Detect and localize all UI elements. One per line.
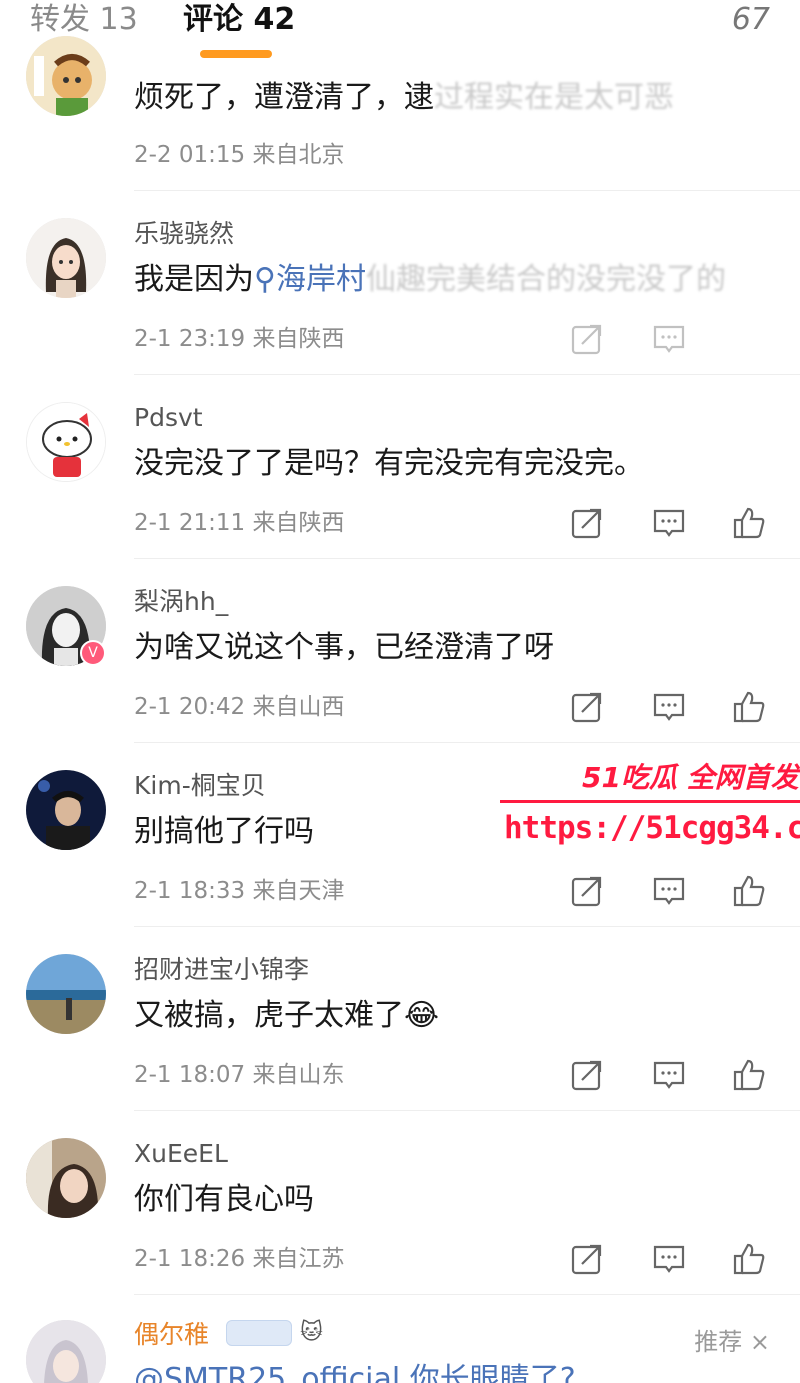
tab-repost[interactable]: 转发 13: [30, 2, 138, 38]
active-tab-indicator: [200, 50, 272, 58]
beach-photo-avatar-icon: [26, 954, 106, 1034]
comment-icon: [653, 325, 685, 353]
like-button[interactable]: [732, 690, 766, 724]
comment-username[interactable]: 梨涡hh_: [134, 587, 228, 617]
like-button[interactable]: [732, 1242, 766, 1276]
comment-meta: 2-1 23:19 来自陕西: [134, 326, 345, 352]
hello-kitty-avatar-icon: [27, 403, 105, 481]
like-icon: [733, 1059, 765, 1091]
comment-text: 又被搞，虎子太难了😂: [134, 998, 440, 1033]
user-badges: 🐱: [226, 1320, 328, 1346]
share-button[interactable]: [570, 506, 604, 540]
comment-icon: [653, 877, 685, 905]
cartoon-avatar-icon: [26, 36, 106, 116]
avatar[interactable]: [26, 1320, 106, 1383]
comment-username[interactable]: Pdsvt: [134, 403, 203, 433]
divider: [134, 742, 800, 743]
like-icon: [733, 875, 765, 907]
reply-button[interactable]: [652, 690, 686, 724]
comment-text: 你们有良心吗: [134, 1182, 314, 1217]
like-icon: [733, 691, 765, 723]
watermark: 51吃瓜 全网首发 https://51cgg34.com: [500, 756, 800, 856]
share-button[interactable]: [570, 690, 604, 724]
share-icon: [571, 692, 602, 723]
reply-button[interactable]: [652, 322, 686, 356]
like-icon: [733, 507, 765, 539]
share-button[interactable]: [570, 1242, 604, 1276]
share-icon: [571, 876, 602, 907]
comment-username[interactable]: 乐骁骁然: [134, 219, 234, 249]
like-button[interactable]: [732, 506, 766, 540]
share-button[interactable]: [570, 1058, 604, 1092]
divider: [134, 558, 800, 559]
comment-icon: [653, 509, 685, 537]
divider: [134, 190, 800, 191]
comment-text: 为啥又说这个事，已经澄清了呀: [134, 630, 554, 665]
comment-icon: [653, 1245, 685, 1273]
divider: [134, 1110, 800, 1111]
avatar[interactable]: [26, 218, 106, 298]
like-button[interactable]: [732, 1058, 766, 1092]
blurred-text: 仙趣完美结合的没完没了的: [365, 262, 726, 297]
search-icon: ⚲: [254, 262, 276, 297]
comment-text: 别搞他了行吗: [134, 814, 314, 849]
watermark-line: [500, 800, 800, 803]
recommend-tag[interactable]: 推荐 ×: [694, 1322, 770, 1357]
like-icon: [733, 1243, 765, 1275]
reply-button[interactable]: [652, 874, 686, 908]
tab-likes-count[interactable]: 67: [732, 2, 770, 38]
comment-username[interactable]: XuEeEL: [134, 1139, 228, 1169]
comment-text: 我是因为⚲海岸村仙趣完美结合的没完没了的: [134, 262, 726, 297]
tab-comments[interactable]: 评论 42: [183, 2, 295, 38]
concert-photo-avatar-icon: [26, 770, 106, 850]
avatar[interactable]: [26, 402, 106, 482]
comment-text: 烦死了，遭澄清了，逮过程实在是太可恶: [134, 80, 674, 115]
share-icon: [571, 324, 602, 355]
share-button[interactable]: [570, 874, 604, 908]
comment-meta: 2-2 01:15 来自北京: [134, 142, 345, 168]
cat-emoji-icon: 🐱: [300, 1320, 323, 1345]
share-icon: [571, 1244, 602, 1275]
blurred-text: 过程实在是太可恶: [434, 80, 674, 115]
comment-meta: 2-1 18:26 来自江苏: [134, 1246, 345, 1272]
avatar[interactable]: [26, 770, 106, 850]
comment-text: 没完没了了是吗？有完没完有完没完。: [134, 446, 644, 481]
comment-meta: 2-1 18:33 来自天津: [134, 878, 345, 904]
comment-text: @SMTR25_official 你长眼睛了?: [134, 1362, 576, 1383]
girl-illustration-avatar-icon: [26, 218, 106, 298]
comment-meta: 2-1 20:42 来自山西: [134, 694, 345, 720]
comment-tabs-bar: 转发 13 评论 42 67: [0, 0, 800, 60]
comment-username[interactable]: 偶尔稚: [134, 1320, 209, 1350]
divider: [134, 926, 800, 927]
share-button[interactable]: [570, 322, 604, 356]
avatar[interactable]: [26, 954, 106, 1034]
topic-link[interactable]: ⚲海岸村: [254, 262, 366, 297]
member-badge: [226, 1320, 292, 1346]
comment-meta: 2-1 21:11 来自陕西: [134, 510, 345, 536]
like-button[interactable]: [732, 874, 766, 908]
watermark-url: https://51cgg34.com: [504, 810, 800, 846]
laughing-emoji-icon: 😂: [404, 998, 440, 1033]
verified-badge: V: [80, 640, 106, 666]
share-icon: [571, 508, 602, 539]
girl-photo-avatar-icon: [26, 1320, 106, 1383]
share-icon: [571, 1060, 602, 1091]
comment-meta: 2-1 18:07 来自山东: [134, 1062, 345, 1088]
comment-icon: [653, 693, 685, 721]
reply-button[interactable]: [652, 1242, 686, 1276]
comment-username[interactable]: Kim-桐宝贝: [134, 771, 266, 801]
divider: [134, 374, 800, 375]
selfie-photo-avatar-icon: [26, 1138, 106, 1218]
reply-button[interactable]: [652, 1058, 686, 1092]
avatar[interactable]: [26, 1138, 106, 1218]
divider: [134, 1294, 800, 1295]
avatar[interactable]: [26, 36, 106, 116]
comment-username[interactable]: 招财进宝小锦李: [134, 955, 309, 985]
reply-button[interactable]: [652, 506, 686, 540]
comment-icon: [653, 1061, 685, 1089]
watermark-title: 51吃瓜 全网首发: [582, 761, 799, 794]
